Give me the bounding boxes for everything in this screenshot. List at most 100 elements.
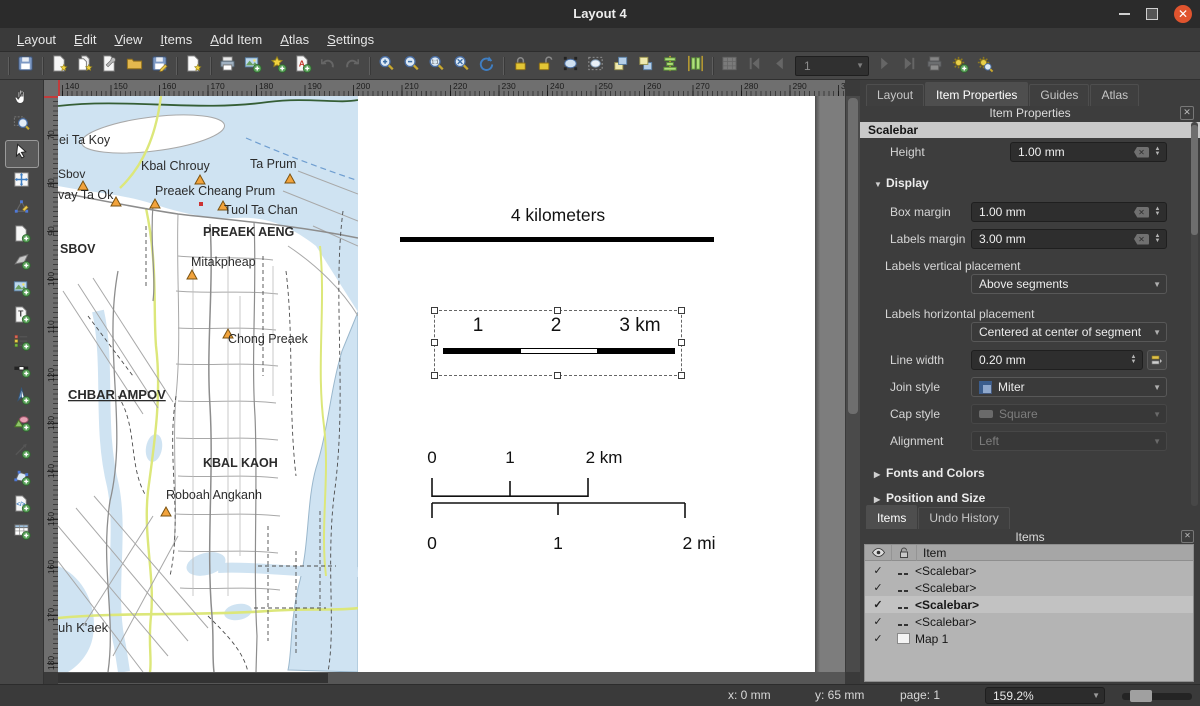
zoom-full-button[interactable] — [449, 54, 474, 78]
select-all-button[interactable] — [558, 54, 583, 78]
tab-guides[interactable]: Guides — [1029, 84, 1089, 106]
menu-add-item[interactable]: Add Item — [201, 28, 271, 52]
canvas-vertical-scrollbar[interactable] — [845, 96, 860, 672]
atlas-export-button[interactable] — [947, 54, 972, 78]
labels-margin-spinbox[interactable]: 3.00 mm ✕ ▲▼ — [971, 229, 1167, 249]
visibility-column-eye-icon[interactable] — [865, 545, 892, 561]
scrollbar-handle[interactable] — [58, 673, 328, 683]
add-legend-button[interactable] — [6, 331, 38, 357]
menu-atlas[interactable]: Atlas — [271, 28, 318, 52]
clear-icon[interactable]: ✕ — [1134, 234, 1149, 245]
resize-handle[interactable] — [431, 372, 438, 379]
zoom-in-button[interactable] — [374, 54, 399, 78]
menu-layout[interactable]: Layout — [8, 28, 65, 52]
minimize-icon[interactable] — [1119, 13, 1130, 15]
tab-item-properties[interactable]: Item Properties — [925, 82, 1028, 106]
atlas-settings-button[interactable] — [972, 54, 997, 78]
redo-button[interactable] — [340, 54, 365, 78]
close-icon[interactable]: ✕ — [1174, 5, 1192, 23]
resize-handle[interactable] — [678, 339, 685, 346]
save-button[interactable] — [13, 54, 38, 78]
tab-atlas[interactable]: Atlas — [1090, 84, 1139, 106]
duplicate-layout-button[interactable] — [72, 54, 97, 78]
zoom-tool-button[interactable] — [6, 113, 38, 139]
maximize-icon[interactable] — [1146, 8, 1158, 20]
new-layout-button[interactable] — [47, 54, 72, 78]
select-move-item-button[interactable] — [5, 140, 39, 168]
spinner-arrows-icon[interactable]: ▲▼ — [1151, 147, 1164, 157]
raise-items-button[interactable] — [608, 54, 633, 78]
refresh-view-button[interactable] — [474, 54, 499, 78]
lock-column-lock-icon[interactable] — [892, 545, 917, 561]
menu-edit[interactable]: Edit — [65, 28, 105, 52]
height-spinbox[interactable]: 1.00 mm ✕ ▲▼ — [1010, 142, 1167, 162]
lower-items-button[interactable] — [633, 54, 658, 78]
display-section-header[interactable]: ▼Display — [874, 176, 929, 190]
selection-box[interactable] — [434, 310, 682, 376]
add-shape-button[interactable] — [6, 412, 38, 438]
print-layout-button[interactable] — [215, 54, 240, 78]
undo-button[interactable] — [315, 54, 340, 78]
layout-canvas[interactable]: dei Ta KoySbovvay Ta OkKbal ChrouyTa Pru… — [58, 96, 845, 673]
scrollbar-handle[interactable] — [1191, 125, 1198, 235]
map-item[interactable]: dei Ta KoySbovvay Ta OkKbal ChrouyTa Pru… — [58, 96, 358, 672]
zoom-level-combo[interactable]: 159.2%▼ — [985, 687, 1105, 704]
items-row[interactable]: ✓<Scalebar> — [865, 613, 1193, 630]
distribute-items-button[interactable] — [683, 54, 708, 78]
add-label-button[interactable]: T — [6, 304, 38, 330]
scalebar-numeric-title[interactable]: 4 kilometers — [511, 205, 605, 226]
panel-scrollbar[interactable] — [1191, 122, 1198, 506]
position-size-section-header[interactable]: ▶Position and Size — [874, 491, 985, 505]
tab-items[interactable]: Items — [866, 505, 917, 529]
align-items-button[interactable] — [658, 54, 683, 78]
atlas-preview-button[interactable] — [717, 54, 742, 78]
add-3d-map-button[interactable] — [6, 250, 38, 276]
panel-close-icon[interactable]: ✕ — [1180, 106, 1194, 120]
add-node-item-button[interactable] — [6, 466, 38, 492]
clear-icon[interactable]: ✕ — [1134, 207, 1149, 218]
items-panel-close-icon[interactable]: ✕ — [1181, 530, 1194, 543]
export-image-button[interactable] — [240, 54, 265, 78]
unlock-items-button[interactable] — [533, 54, 558, 78]
layout-manager-button[interactable] — [97, 54, 122, 78]
export-pdf-button[interactable]: A — [290, 54, 315, 78]
zoom-actual-button[interactable]: 1:1 — [424, 54, 449, 78]
canvas-horizontal-scrollbar[interactable] — [58, 672, 845, 684]
add-image-button[interactable] — [6, 277, 38, 303]
menu-view[interactable]: View — [105, 28, 151, 52]
spinner-arrows-icon[interactable]: ▲▼ — [1151, 207, 1164, 217]
scalebar-numeric-bar[interactable] — [400, 237, 714, 242]
menu-items[interactable]: Items — [151, 28, 201, 52]
items-row[interactable]: ✓Map 1 — [865, 630, 1193, 647]
atlas-last-button[interactable] — [897, 54, 922, 78]
visibility-checkbox[interactable]: ✓ — [865, 581, 891, 594]
zoom-slider-handle[interactable] — [1130, 690, 1152, 702]
save-as-layout-button[interactable] — [147, 54, 172, 78]
atlas-first-button[interactable] — [742, 54, 767, 78]
atlas-feature-combo[interactable]: 1▼ — [795, 56, 869, 76]
move-item-content-button[interactable] — [6, 169, 38, 195]
open-layout-button[interactable] — [122, 54, 147, 78]
pan-tool-button[interactable] — [6, 86, 38, 112]
items-row[interactable]: ✓<Scalebar> — [865, 596, 1193, 613]
resize-handle[interactable] — [678, 307, 685, 314]
deselect-all-button[interactable] — [583, 54, 608, 78]
labels-horizontal-combo[interactable]: Centered at center of segment▼ — [971, 322, 1167, 342]
data-defined-override-button[interactable] — [1147, 350, 1167, 370]
resize-handle[interactable] — [431, 307, 438, 314]
visibility-checkbox[interactable]: ✓ — [865, 615, 891, 628]
tab-undo-history[interactable]: Undo History — [918, 507, 1009, 529]
resize-handle[interactable] — [554, 307, 561, 314]
resize-handle[interactable] — [678, 372, 685, 379]
clear-icon[interactable]: ✕ — [1134, 147, 1149, 158]
atlas-print-button[interactable] — [922, 54, 947, 78]
cap-style-combo[interactable]: Square▼ — [971, 404, 1167, 424]
visibility-checkbox[interactable]: ✓ — [865, 564, 891, 577]
resize-handle[interactable] — [431, 339, 438, 346]
add-scalebar-button[interactable] — [6, 358, 38, 384]
spinner-arrows-icon[interactable]: ▲▼ — [1151, 234, 1164, 244]
add-attribute-table-button[interactable] — [6, 520, 38, 546]
atlas-prev-button[interactable] — [767, 54, 792, 78]
resize-handle[interactable] — [554, 372, 561, 379]
add-north-arrow-button[interactable] — [6, 385, 38, 411]
